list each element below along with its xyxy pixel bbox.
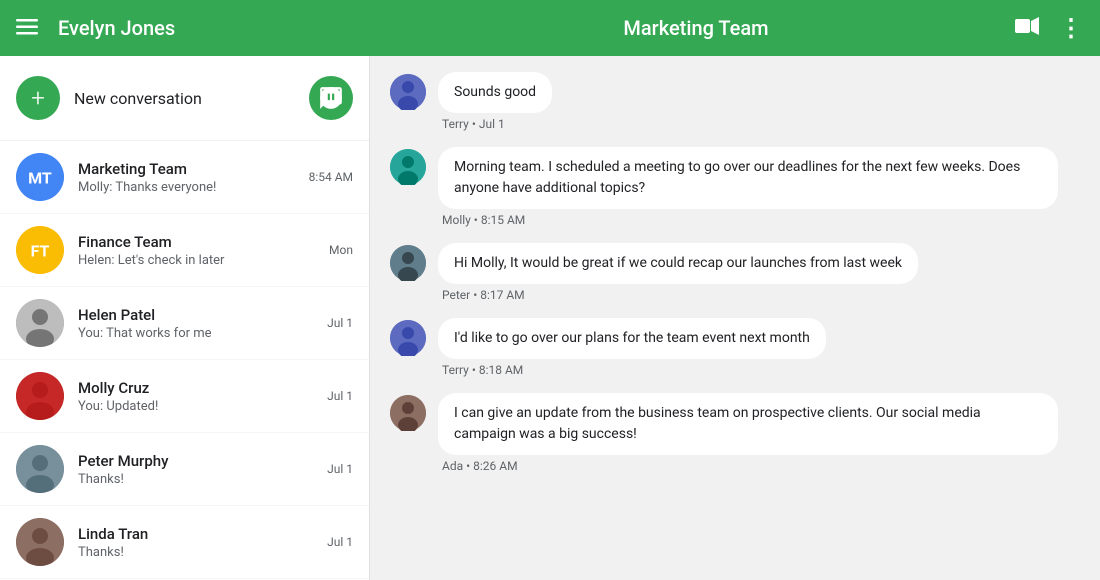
new-conversation-label: New conversation <box>74 89 309 108</box>
header-actions: ⋮ <box>1015 14 1084 42</box>
message-bubble: I'd like to go over our plans for the te… <box>438 318 826 359</box>
sender-avatar-terry2 <box>390 320 426 356</box>
message-meta: Terry • 8:18 AM <box>438 363 826 377</box>
conv-name: Molly Cruz <box>78 379 319 397</box>
message-content: Sounds good Terry • Jul 1 <box>438 72 552 143</box>
svg-text:FT: FT <box>31 242 50 261</box>
conv-time: Jul 1 <box>327 389 353 403</box>
avatar-molly-cruz <box>16 372 64 420</box>
conv-info-peter-murphy: Peter Murphy Thanks! <box>78 452 319 487</box>
sender-avatar-terry <box>390 74 426 110</box>
conv-time: Jul 1 <box>327 316 353 330</box>
conv-info-helen-patel: Helen Patel You: That works for me <box>78 306 319 341</box>
conv-item-helen-patel[interactable]: Helen Patel You: That works for me Jul 1 <box>0 287 369 360</box>
avatar-finance-team: FT <box>16 226 64 274</box>
conv-item-molly-cruz[interactable]: Molly Cruz You: Updated! Jul 1 <box>0 360 369 433</box>
conv-preview: Thanks! <box>78 472 319 487</box>
message-bubble: Hi Molly, It would be great if we could … <box>438 243 918 284</box>
conv-time: Jul 1 <box>327 535 353 549</box>
conv-item-marketing-team[interactable]: MT Marketing Team Molly: Thanks everyone… <box>0 141 369 214</box>
video-call-icon[interactable] <box>1015 16 1039 40</box>
conv-preview: You: Updated! <box>78 399 319 414</box>
message-meta: Ada • 8:26 AM <box>438 459 1058 473</box>
chat-title: Marketing Team <box>377 16 1015 40</box>
conv-info-marketing-team: Marketing Team Molly: Thanks everyone! <box>78 160 301 195</box>
message-bubble: I can give an update from the business t… <box>438 393 1058 455</box>
message-meta: Molly • 8:15 AM <box>438 213 1058 227</box>
sender-avatar-peter <box>390 245 426 281</box>
message-meta: Terry • Jul 1 <box>438 117 552 131</box>
avatar-peter-murphy <box>16 445 64 493</box>
avatar-marketing-team: MT <box>16 153 64 201</box>
hangouts-icon[interactable] <box>309 76 353 120</box>
conv-name: Marketing Team <box>78 160 301 178</box>
sender-avatar-ada <box>390 395 426 431</box>
message-group: Sounds good Terry • Jul 1 <box>390 72 1080 143</box>
conv-preview: Thanks! <box>78 545 319 560</box>
message-group: Morning team. I scheduled a meeting to g… <box>390 147 1080 239</box>
conv-name: Peter Murphy <box>78 452 319 470</box>
message-bubble: Sounds good <box>438 72 552 113</box>
message-bubble: Morning team. I scheduled a meeting to g… <box>438 147 1058 209</box>
svg-text:MT: MT <box>28 169 52 188</box>
sidebar: + New conversation MT Marketing Team <box>0 56 370 580</box>
conv-info-finance-team: Finance Team Helen: Let's check in later <box>78 233 321 268</box>
more-options-icon[interactable]: ⋮ <box>1059 14 1084 42</box>
message-content: I can give an update from the business t… <box>438 393 1058 485</box>
avatar-helen-patel <box>16 299 64 347</box>
conv-time: Jul 1 <box>327 462 353 476</box>
menu-icon[interactable] <box>16 16 38 40</box>
message-content: Morning team. I scheduled a meeting to g… <box>438 147 1058 239</box>
main-content: + New conversation MT Marketing Team <box>0 56 1100 580</box>
sender-avatar-molly <box>390 149 426 185</box>
conv-item-linda-tran[interactable]: Linda Tran Thanks! Jul 1 <box>0 506 369 579</box>
new-conversation-row[interactable]: + New conversation <box>0 56 369 141</box>
user-name: Evelyn Jones <box>58 16 377 40</box>
chat-area: Sounds good Terry • Jul 1 Morning team. … <box>370 56 1100 580</box>
new-conversation-button[interactable]: + <box>16 76 60 120</box>
conv-item-peter-murphy[interactable]: Peter Murphy Thanks! Jul 1 <box>0 433 369 506</box>
app-header: Evelyn Jones Marketing Team ⋮ <box>0 0 1100 56</box>
conv-info-molly-cruz: Molly Cruz You: Updated! <box>78 379 319 414</box>
conv-item-finance-team[interactable]: FT Finance Team Helen: Let's check in la… <box>0 214 369 287</box>
conv-preview: Molly: Thanks everyone! <box>78 180 301 195</box>
avatar-linda-tran <box>16 518 64 566</box>
message-group: Hi Molly, It would be great if we could … <box>390 243 1080 314</box>
conv-time: Mon <box>329 243 353 257</box>
message-group: I can give an update from the business t… <box>390 393 1080 485</box>
message-content: I'd like to go over our plans for the te… <box>438 318 826 389</box>
message-meta: Peter • 8:17 AM <box>438 288 918 302</box>
conv-name: Finance Team <box>78 233 321 251</box>
conv-preview: Helen: Let's check in later <box>78 253 321 268</box>
conv-name: Linda Tran <box>78 525 319 543</box>
conv-info-linda-tran: Linda Tran Thanks! <box>78 525 319 560</box>
message-group: I'd like to go over our plans for the te… <box>390 318 1080 389</box>
conv-preview: You: That works for me <box>78 326 319 341</box>
message-content: Hi Molly, It would be great if we could … <box>438 243 918 314</box>
conv-name: Helen Patel <box>78 306 319 324</box>
conv-time: 8:54 AM <box>309 170 353 184</box>
